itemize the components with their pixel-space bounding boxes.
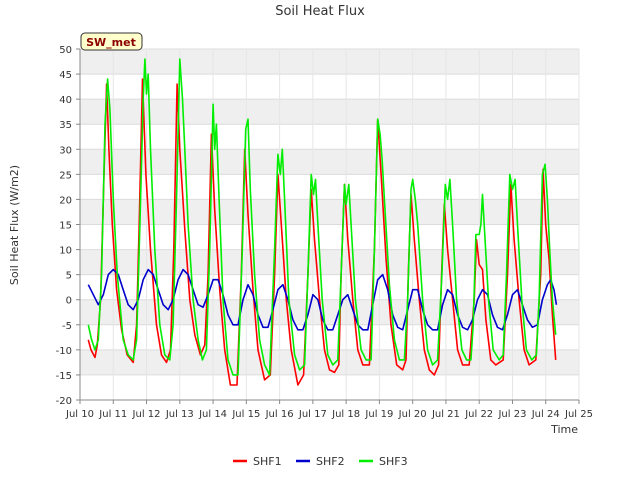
x-tick-label: Jul 25 — [564, 409, 593, 420]
x-tick-label: Jul 21 — [431, 409, 460, 420]
x-tick-label: Jul 16 — [265, 409, 294, 420]
y-tick-label: 20 — [59, 195, 72, 206]
y-tick-label: 15 — [59, 221, 72, 232]
x-tick-label: Jul 23 — [497, 409, 526, 420]
plot-band — [80, 149, 579, 175]
y-tick-label: 25 — [59, 170, 72, 181]
x-tick-label: Jul 13 — [165, 409, 194, 420]
x-tick-label: Jul 10 — [65, 409, 94, 420]
y-axis-ticks: -20 -15 -10 -5 0 5 10 15 20 25 30 35 40 45 50 — [56, 45, 80, 407]
x-tick-label: Jul 24 — [531, 409, 560, 420]
site-badge-label: SW_met — [86, 36, 136, 49]
y-tick-label: 40 — [59, 95, 72, 106]
chart-svg: Soil Heat Flux -20 -15 -10 -5 0 5 10 15 20 25 30 35… — [8, 4, 593, 468]
site-badge: SW_met — [80, 32, 143, 51]
x-axis-ticks: Jul 10 Jul 11 Jul 12 Jul 13 Jul 14 Jul 15 Jul … — [65, 400, 593, 420]
y-tick-label: -10 — [56, 346, 72, 357]
y-axis-label: Soil Heat Flux (W/m2) — [8, 165, 21, 285]
x-tick-label: Jul 17 — [298, 409, 327, 420]
x-tick-label: Jul 18 — [331, 409, 360, 420]
x-tick-label: Jul 14 — [198, 409, 227, 420]
plot-band — [80, 99, 579, 125]
plot-band — [80, 199, 579, 225]
y-tick-label: -5 — [62, 321, 72, 332]
x-tick-label: Jul 11 — [98, 409, 127, 420]
y-tick-label: 5 — [66, 271, 72, 282]
y-tick-label: 35 — [59, 120, 72, 131]
y-tick-label: -20 — [56, 396, 72, 407]
chart-root: Soil Heat Flux -20 -15 -10 -5 0 5 10 15 20 25 30 35… — [0, 0, 640, 480]
chart-title: Soil Heat Flux — [275, 4, 365, 19]
plot-band — [80, 49, 579, 75]
y-tick-label: 45 — [59, 70, 72, 81]
legend: SHF1 SHF2 SHF3 — [233, 455, 408, 468]
x-tick-label: Jul 20 — [398, 409, 427, 420]
x-axis-label: Time — [550, 423, 578, 436]
x-tick-label: Jul 15 — [231, 409, 260, 420]
x-tick-label: Jul 12 — [132, 409, 161, 420]
legend-label-shf1: SHF1 — [253, 455, 282, 468]
y-tick-label: -15 — [56, 371, 72, 382]
y-tick-label: 30 — [59, 145, 72, 156]
x-tick-label: Jul 19 — [364, 409, 393, 420]
legend-label-shf2: SHF2 — [316, 455, 345, 468]
y-tick-label: 50 — [59, 45, 72, 56]
legend-label-shf3: SHF3 — [379, 455, 408, 468]
y-tick-label: 0 — [66, 296, 72, 307]
y-tick-label: 10 — [59, 246, 72, 257]
x-tick-label: Jul 22 — [464, 409, 493, 420]
